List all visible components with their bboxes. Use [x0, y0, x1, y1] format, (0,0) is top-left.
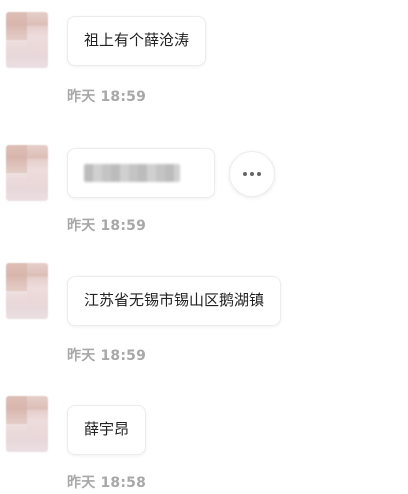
more-horizontal-icon — [243, 172, 261, 176]
more-options-button[interactable] — [229, 151, 275, 197]
redacted-content — [84, 164, 180, 182]
avatar[interactable] — [6, 396, 48, 452]
message-bubble[interactable] — [67, 148, 215, 198]
message-bubble[interactable]: 祖上有个薛沧涛 — [67, 16, 207, 66]
message-bubble[interactable]: 江苏省无锡市锡山区鹅湖镇 — [67, 276, 282, 326]
avatar[interactable] — [6, 145, 48, 201]
message-bubble[interactable]: 薛宇昂 — [67, 405, 147, 455]
message-text: 江苏省无锡市锡山区鹅湖镇 — [84, 291, 265, 309]
chat-message-list: 祖上有个薛沧涛 昨天 18:59 昨天 18:59 江苏省无锡市锡山区鹅湖镇 昨… — [0, 0, 408, 494]
avatar[interactable] — [6, 12, 48, 68]
avatar[interactable] — [6, 263, 48, 319]
message-timestamp: 昨天 18:58 — [67, 475, 147, 491]
message-timestamp: 昨天 18:59 — [67, 218, 147, 234]
message-text: 祖上有个薛沧涛 — [84, 31, 190, 49]
message-timestamp: 昨天 18:59 — [67, 89, 147, 105]
message-text: 薛宇昂 — [84, 420, 130, 438]
message-timestamp: 昨天 18:59 — [67, 348, 147, 364]
